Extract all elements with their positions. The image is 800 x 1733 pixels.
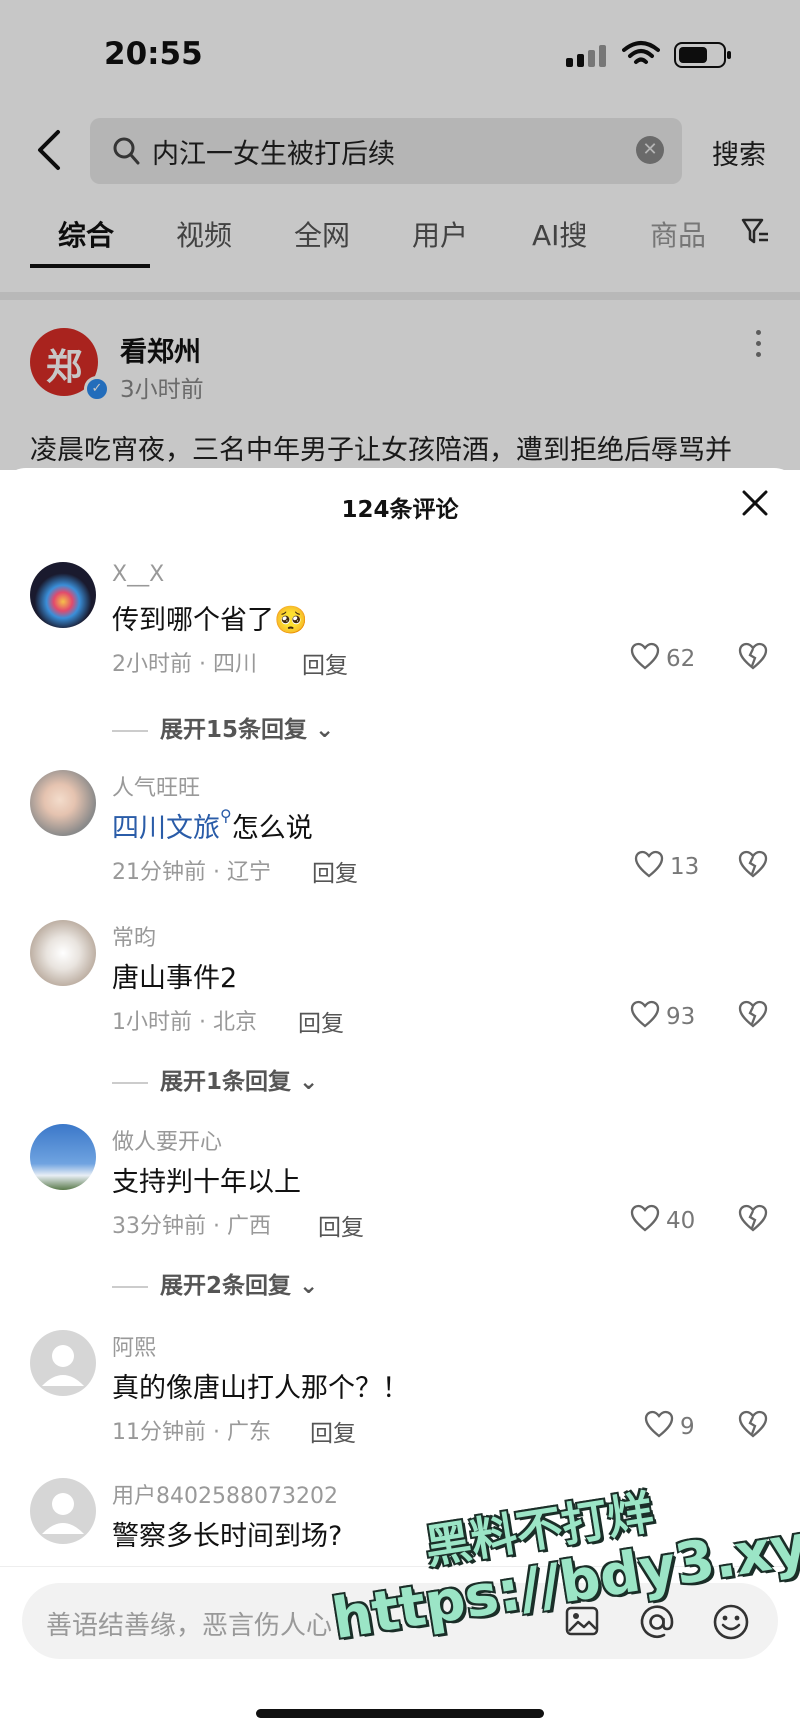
comment-meta: 33分钟前 · 广西 [112,1214,271,1239]
comment-text[interactable]: 传到哪个省了🥺 [112,598,308,637]
like-icon[interactable] [630,642,660,670]
comment-username[interactable]: 用户8402588073202 [112,1478,338,1510]
like-icon[interactable] [630,1204,660,1232]
reply-button[interactable]: 回复 [310,1414,356,1448]
home-indicator [256,1709,544,1718]
comment-text[interactable]: 真的像唐山打人那个？！ [112,1366,409,1405]
avatar[interactable] [30,1124,96,1190]
dislike-icon[interactable] [738,1204,768,1232]
comment-meta: 21分钟前 · 辽宁 [112,860,271,885]
like-count: 9 [680,1414,695,1440]
close-icon[interactable] [740,488,770,518]
comment-username[interactable]: 做人要开心 [112,1124,222,1156]
dislike-icon[interactable] [738,1000,768,1028]
like-count: 93 [666,1004,696,1030]
comment-username[interactable]: 常昀 [112,920,156,952]
comment-item: X__X 传到哪个省了🥺 2小时前 · 四川 回复 62 [0,562,800,722]
comment-text[interactable]: 警察多长时间到场? [112,1514,342,1553]
comment-username[interactable]: X__X [112,562,164,587]
reply-button[interactable]: 回复 [318,1208,364,1242]
like-count: 62 [666,646,696,672]
comments-count-title: 124条评论 [341,497,459,523]
comment-username[interactable]: 阿熙 [112,1330,156,1362]
search-icon: ⚲ [220,806,232,825]
expand-replies-button[interactable]: 展开1条回复 ⌄ [112,1062,318,1096]
like-count: 13 [670,854,700,880]
topic-link[interactable]: 四川文旅 [112,813,220,844]
divider [112,729,148,732]
comment-item: 人气旺旺 四川文旅⚲怎么说 21分钟前 · 辽宁 回复 13 [0,770,800,930]
comment-username[interactable]: 人气旺旺 [112,770,200,802]
comment-text[interactable]: 支持判十年以上 [112,1160,301,1199]
divider [112,1285,148,1288]
comment-text[interactable]: 唐山事件2 [112,956,237,995]
avatar[interactable] [30,562,96,628]
reply-button[interactable]: 回复 [298,1004,344,1038]
like-count: 40 [666,1208,696,1234]
comment-meta: 1小时前 · 北京 [112,1010,257,1035]
comment-item: 常昀 唐山事件2 1小时前 · 北京 回复 93 [0,920,800,1080]
default-avatar-icon[interactable] [30,1330,96,1396]
dislike-icon[interactable] [738,1410,768,1438]
comment-meta: 2小时前 · 四川 [112,652,257,677]
comment-text[interactable]: 四川文旅⚲怎么说 [112,806,313,845]
modal-overlay[interactable] [0,0,800,470]
like-icon[interactable] [630,1000,660,1028]
emoji-icon[interactable] [712,1603,750,1641]
dislike-icon[interactable] [738,850,768,878]
chevron-down-icon: ⌄ [299,1273,319,1299]
like-icon[interactable] [634,850,664,878]
comment-item: 做人要开心 支持判十年以上 33分钟前 · 广西 回复 40 [0,1124,800,1284]
comment-meta: 11分钟前 · 广东 [112,1420,271,1445]
divider [112,1081,148,1084]
expand-replies-button[interactable]: 展开15条回复 ⌄ [112,710,334,744]
reply-button[interactable]: 回复 [302,646,348,680]
at-mention-icon[interactable] [638,1603,676,1641]
reply-button[interactable]: 回复 [312,854,358,888]
comment-item: 阿熙 真的像唐山打人那个？！ 11分钟前 · 广东 回复 9 [0,1330,800,1490]
comment-input-placeholder: 善语结善缘，恶言伤人心 [46,1611,333,1641]
avatar[interactable] [30,770,96,836]
avatar[interactable] [30,920,96,986]
default-avatar-icon[interactable] [30,1478,96,1544]
pleading-face-emoji: 🥺 [274,605,308,636]
chevron-down-icon: ⌄ [299,1069,319,1095]
expand-replies-button[interactable]: 展开2条回复 ⌄ [112,1266,318,1300]
dislike-icon[interactable] [738,642,768,670]
like-icon[interactable] [644,1410,674,1438]
chevron-down-icon: ⌄ [315,717,335,743]
